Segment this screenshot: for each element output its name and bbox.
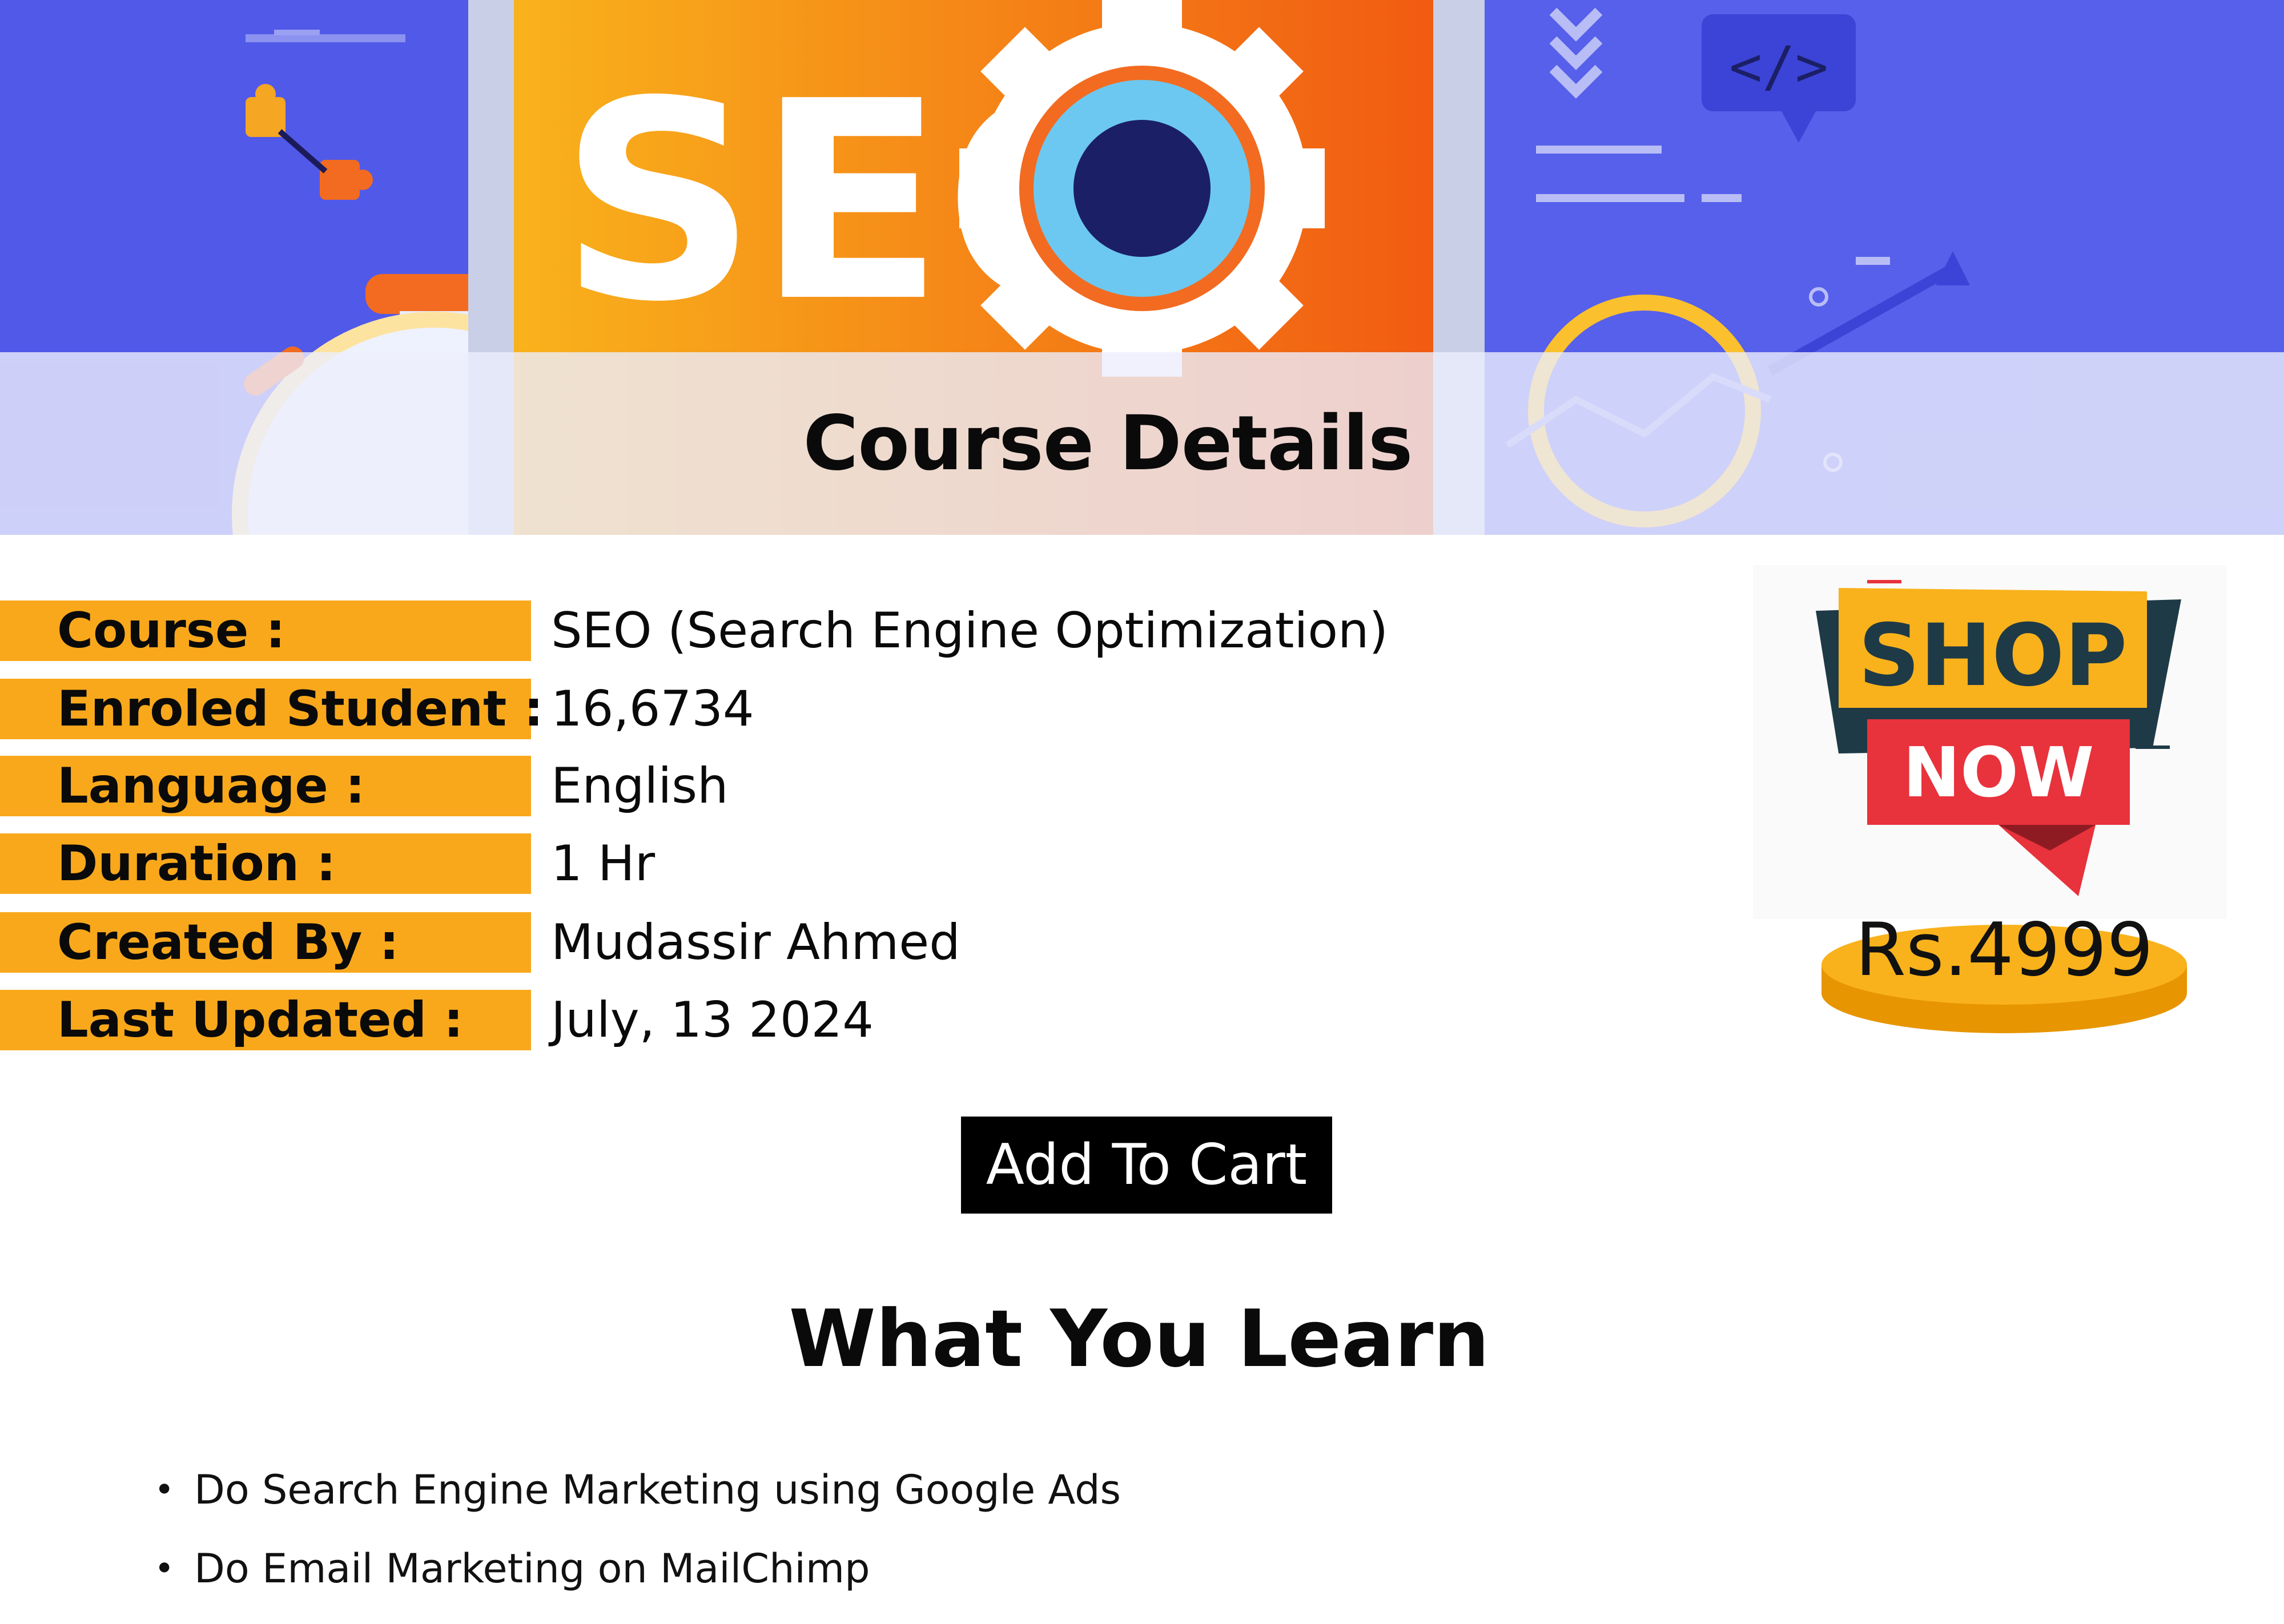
learn-item-text: Do Search Engine Marketing using Google …: [194, 1466, 1121, 1513]
svg-text:</>: </>: [1729, 35, 1828, 99]
detail-label: Created By :: [0, 912, 531, 973]
course-page: SEO </> Course Details Course: SEO (Sea…: [0, 0, 2284, 1624]
shop-now-graphic: SHOP NOW: [1816, 580, 2181, 896]
course-price: Rs.4999: [1855, 908, 2154, 993]
detail-row-created-by: Created By : Mudassir Ahmed: [0, 912, 1485, 973]
detail-value: 1 Hr: [551, 835, 656, 892]
now-text: NOW: [1903, 734, 2094, 813]
detail-row-language: Language : English: [0, 756, 1485, 816]
detail-value: English: [551, 757, 729, 815]
detail-label: Language :: [0, 756, 531, 816]
detail-label: Last Updated :: [0, 990, 531, 1050]
detail-value: SEO (Search Engine Optimization): [551, 602, 1389, 659]
detail-row-duration: Duration : 1 Hr: [0, 833, 1485, 894]
section-title-what-you-learn: What You Learn: [789, 1293, 1490, 1385]
detail-label: Enroled Student :: [0, 679, 544, 739]
bullet-icon: •: [154, 1549, 175, 1589]
learn-list: • Do Search Engine Marketing using Googl…: [154, 1461, 1121, 1619]
price-tag: Rs.4999: [1816, 908, 2193, 1045]
gear-icon: [959, 0, 1325, 377]
detail-value: 16,6734: [551, 680, 754, 738]
detail-row-course: Course : SEO (Search Engine Optimization…: [0, 601, 1485, 661]
add-to-cart-button[interactable]: Add To Cart: [961, 1117, 1332, 1214]
list-item: • Do Search Engine Marketing using Googl…: [154, 1461, 1121, 1540]
list-item: • Do Email Marketing on MailChimp: [154, 1540, 1121, 1619]
detail-value: July, 13 2024: [551, 992, 874, 1049]
course-banner: SEO </> Course Details: [0, 0, 2284, 535]
shop-now-badge[interactable]: SHOP NOW: [1753, 565, 2227, 919]
detail-label: Course :: [0, 601, 531, 661]
detail-label: Duration :: [0, 833, 531, 894]
detail-value: Mudassir Ahmed: [551, 914, 960, 971]
bullet-icon: •: [154, 1470, 175, 1510]
shop-text: SHOP: [1858, 606, 2127, 706]
page-title: Course Details: [803, 400, 1413, 487]
detail-row-enroled-students: Enroled Student : 16,6734: [0, 679, 1485, 739]
detail-row-last-updated: Last Updated : July, 13 2024: [0, 990, 1485, 1050]
learn-item-text: Do Email Marketing on MailChimp: [194, 1545, 870, 1592]
